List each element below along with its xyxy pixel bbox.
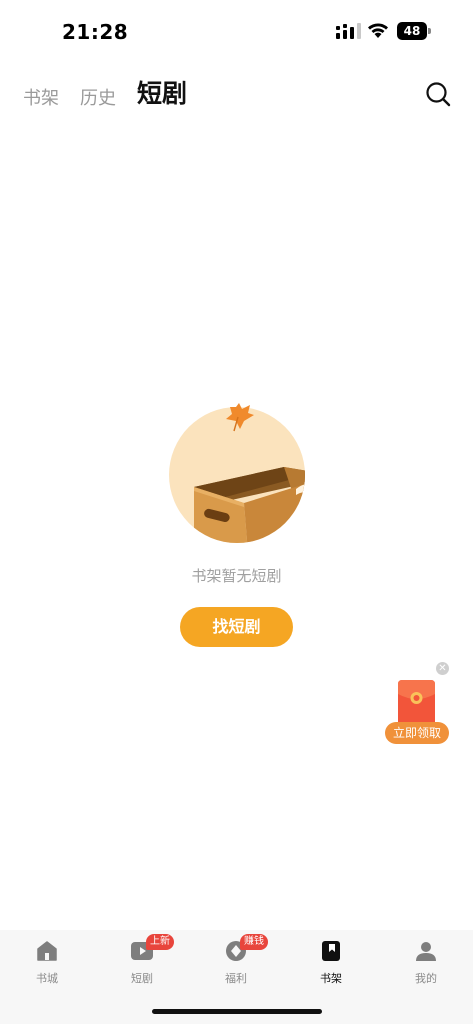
status-time: 21:28: [62, 20, 129, 44]
nav-item-bookshelf[interactable]: 书架: [301, 938, 361, 994]
new-badge: 上新: [146, 934, 174, 950]
empty-state-message: 书架暂无短剧: [191, 567, 282, 585]
cellular-signal-icon: [336, 23, 361, 39]
nav-label-welfare: 福利: [225, 972, 247, 985]
close-icon[interactable]: ✕: [436, 662, 449, 675]
empty-box-illustration: [169, 403, 305, 543]
battery-level: 48: [397, 22, 427, 40]
tab-history[interactable]: 历史: [80, 84, 116, 110]
nav-item-bookstore[interactable]: 书城: [17, 938, 77, 994]
search-icon[interactable]: [424, 80, 452, 108]
tab-short-drama[interactable]: 短剧: [137, 74, 187, 110]
bookmark-book-icon: [322, 941, 340, 961]
wifi-icon: [368, 23, 388, 38]
floating-reward-widget[interactable]: ✕ 立即领取: [383, 662, 451, 748]
user-icon: [416, 942, 436, 961]
earn-money-badge: 赚钱: [240, 934, 268, 950]
home-icon: [37, 941, 57, 961]
home-indicator: [152, 1009, 322, 1014]
status-bar: 21:28 48: [0, 0, 473, 60]
top-tab-bar: 书架 历史 短剧: [0, 66, 473, 116]
battery-tip: [428, 28, 431, 34]
find-drama-button[interactable]: 找短剧: [180, 607, 293, 647]
claim-now-button[interactable]: 立即领取: [385, 722, 449, 744]
battery-indicator: 48: [397, 22, 431, 40]
nav-item-welfare[interactable]: 赚钱 福利: [206, 934, 268, 994]
nav-label-bookshelf: 书架: [320, 972, 342, 985]
nav-item-profile[interactable]: 我的: [396, 938, 456, 994]
nav-label-profile: 我的: [415, 972, 437, 985]
tab-shelf[interactable]: 书架: [23, 84, 59, 110]
nav-label-bookstore: 书城: [36, 972, 58, 985]
nav-label-short-drama: 短剧: [131, 972, 153, 985]
nav-item-short-drama[interactable]: 上新 短剧: [112, 934, 174, 994]
red-envelope-icon[interactable]: [398, 680, 435, 726]
